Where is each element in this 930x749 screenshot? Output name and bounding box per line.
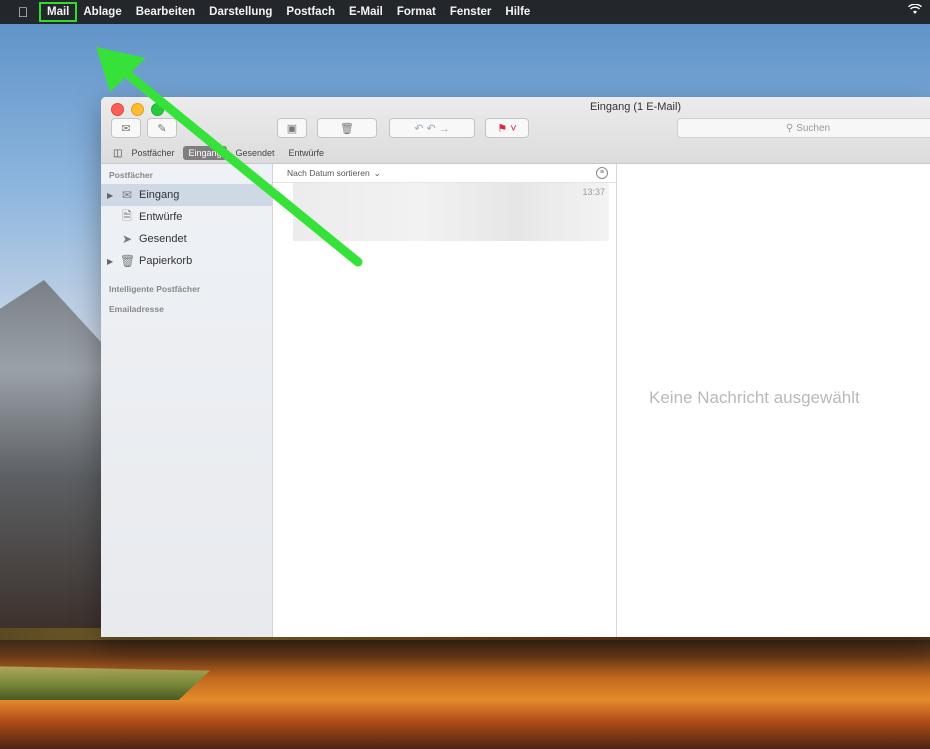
message-time: 13:37 (582, 187, 605, 197)
wifi-icon[interactable] (908, 3, 922, 18)
sidebar-item-entwuerfe[interactable]: 🗎 Entwürfe (101, 206, 272, 228)
menu-item-bearbeiten[interactable]: Bearbeiten (129, 3, 202, 21)
get-mail-button[interactable]: ✉ (111, 118, 141, 138)
menu-item-hilfe[interactable]: Hilfe (498, 3, 537, 21)
sidebar-header: Postfächer (109, 170, 153, 180)
favorite-gesendet[interactable]: Gesendet (231, 146, 280, 160)
sort-label: Nach Datum sortieren (287, 168, 370, 178)
favorites-bar: ◫ Postfächer Eingang Gesendet Entwürfe (101, 143, 329, 163)
list-item[interactable]: 13:37 (293, 183, 609, 241)
filter-icon[interactable]: ≡ (596, 167, 608, 179)
apple-menu-icon[interactable]:  (10, 4, 36, 20)
search-icon: ⚲ (785, 122, 794, 134)
menu-item-mail[interactable]: Mail (38, 2, 78, 22)
trash-icon: 🗑 (340, 122, 354, 135)
sent-icon: ➤ (121, 232, 133, 246)
disclosure-triangle-icon[interactable]: ▶ (107, 191, 115, 200)
mail-window: Eingang (1 E-Mail) ✉ ✎ ▣ 🗑 ↶ ↶ → ⚑ ˅ ⚲ S… (101, 97, 930, 637)
wallpaper-mountain (0, 280, 110, 640)
message-list: Nach Datum sortieren ⌄ ≡ 13:37 (273, 164, 617, 637)
account-header[interactable]: Emailadresse (101, 300, 272, 320)
window-title: Eingang (1 E-Mail) (589, 101, 682, 113)
draft-icon: 🗎 (122, 208, 132, 223)
menu-item-fenster[interactable]: Fenster (443, 3, 499, 21)
search-field[interactable]: ⚲ Suchen (677, 118, 930, 138)
reply-icon: ↶ ↶ → (414, 122, 450, 135)
menu-item-email[interactable]: E-Mail (342, 3, 390, 21)
toolbar: Eingang (1 E-Mail) ✉ ✎ ▣ 🗑 ↶ ↶ → ⚑ ˅ ⚲ S… (101, 97, 930, 164)
sidebar-toggle-icon[interactable]: ◫ (113, 148, 122, 159)
disclosure-triangle-icon[interactable]: ▶ (107, 257, 115, 266)
menu-item-postfach[interactable]: Postfach (279, 3, 342, 21)
archive-button[interactable]: ▣ (277, 118, 307, 138)
sidebar-item-label: Entwürfe (139, 211, 183, 223)
reply-forward-button-group[interactable]: ↶ ↶ → (389, 118, 475, 138)
chevron-down-icon: ⌄ (373, 167, 381, 178)
sidebar-item-eingang[interactable]: ▶ ✉ Eingang (101, 184, 272, 206)
menu-item-darstellung[interactable]: Darstellung (202, 3, 279, 21)
favorite-entwuerfe[interactable]: Entwürfe (284, 146, 330, 160)
search-placeholder: Suchen (796, 122, 831, 134)
sidebar-item-label: Gesendet (139, 233, 187, 245)
compose-icon: ✎ (157, 122, 167, 135)
favorite-postfaecher[interactable]: Postfächer (126, 146, 179, 160)
favorite-eingang[interactable]: Eingang (183, 146, 227, 160)
smart-mailboxes-header[interactable]: Intelligente Postfächer (101, 272, 272, 300)
trash-icon: 🗑 (120, 254, 136, 268)
message-viewer: Keine Nachricht ausgewählt (617, 164, 930, 637)
sort-bar[interactable]: Nach Datum sortieren ⌄ ≡ (273, 164, 616, 183)
menu-bar:  Mail Ablage Bearbeiten Darstellung Pos… (0, 0, 930, 24)
delete-junk-button-group[interactable]: 🗑 (317, 118, 377, 138)
compose-button[interactable]: ✎ (147, 118, 177, 138)
inbox-icon: ✉ (121, 188, 133, 202)
envelope-icon: ✉ (121, 122, 131, 135)
no-message-placeholder: Keine Nachricht ausgewählt (649, 388, 860, 407)
sidebar-item-papierkorb[interactable]: ▶ 🗑 Papierkorb (101, 250, 272, 272)
flag-icon: ⚑ ˅ (497, 122, 517, 135)
sidebar-item-label: Papierkorb (139, 255, 193, 267)
flag-button[interactable]: ⚑ ˅ (485, 118, 529, 138)
mailbox-sidebar: Postfächer ▶ ✉ Eingang 🗎 Entwürfe ➤ Gese… (101, 164, 273, 637)
archive-icon: ▣ (286, 122, 298, 135)
menu-item-ablage[interactable]: Ablage (76, 3, 128, 21)
sidebar-item-gesendet[interactable]: ➤ Gesendet (101, 228, 272, 250)
menu-item-format[interactable]: Format (390, 3, 443, 21)
sidebar-item-label: Eingang (139, 189, 180, 201)
arrow-head (96, 47, 146, 92)
